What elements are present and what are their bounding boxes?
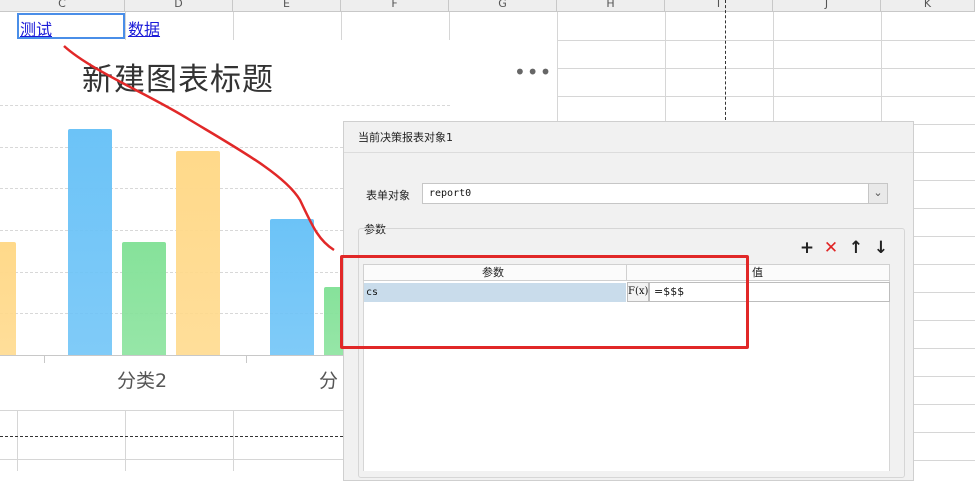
annotation-arrow (63, 45, 335, 252)
annotation-stroke (63, 45, 335, 252)
